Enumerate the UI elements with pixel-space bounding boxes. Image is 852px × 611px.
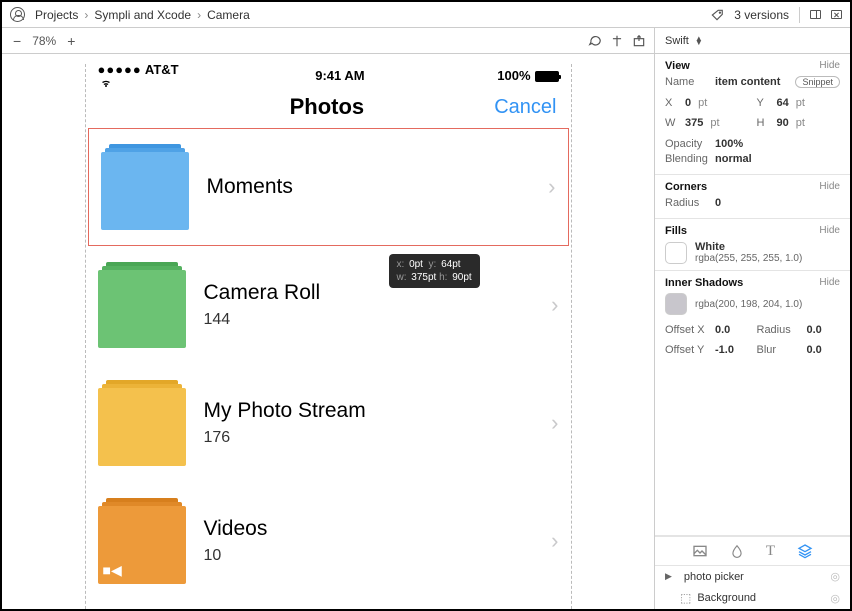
album-row[interactable]: Camera Roll 144 › [86,246,571,364]
breadcrumb: Projects › Sympli and Xcode › Camera [35,8,250,22]
album-tile [101,144,189,230]
hide-fills[interactable]: Hide [819,225,840,237]
tag-icon[interactable] [710,8,724,22]
album-title: Moments [207,175,531,199]
prop-opacity: 100% [715,138,743,150]
visibility-icon[interactable]: ◎ [830,570,840,583]
fill-name: White [695,241,802,253]
album-count: 176 [204,429,534,447]
shadow-swatch[interactable] [665,293,687,315]
shadow-rad: 0.0 [807,324,822,336]
crumb-2[interactable]: Camera [207,8,250,22]
layer-type-icon: ⬚ [680,591,691,605]
zoom-value[interactable]: 78% [32,34,56,48]
album-tile [98,262,186,348]
album-count: 144 [204,311,534,329]
prop-x: 0 [685,97,691,109]
shadow-offy: -1.0 [715,344,734,356]
crumb-1[interactable]: Sympli and Xcode [94,8,191,22]
chevron-right-icon: › [197,8,201,22]
video-icon: ■◀ [103,562,122,579]
crumb-0[interactable]: Projects [35,8,78,22]
prop-name: item content [715,76,780,88]
tab-text-icon[interactable]: T [766,543,775,560]
artboards-icon[interactable] [810,10,821,19]
versions-label[interactable]: 3 versions [734,8,789,22]
nav-bar: Photos Cancel [86,86,571,128]
layer-row[interactable]: ▶ photo picker ◎ [655,566,850,587]
album-row[interactable]: Moments › [88,128,569,246]
prop-h: 90 [777,117,789,129]
close-artboard-icon[interactable] [831,10,842,19]
inspector-tabs: T [655,536,850,566]
prop-y: 64 [777,97,789,109]
prop-blending: normal [715,153,752,165]
chevron-right-icon: › [551,410,558,436]
album-tile [98,380,186,466]
fill-code: rgba(255, 255, 255, 1.0) [695,253,802,264]
layer-row[interactable]: ⬚ Background ◎ [655,587,850,609]
album-title: My Photo Stream [204,399,534,423]
wifi-icon [98,77,183,89]
section-fills: Fills [665,225,687,237]
export-icon[interactable] [632,34,646,48]
section-shadows: Inner Shadows [665,277,743,289]
page-title: Photos [160,94,495,120]
album-row[interactable]: ■◀ Videos 10 › [86,482,571,600]
tab-image-icon[interactable] [692,543,708,559]
tab-drop-icon[interactable] [730,543,744,559]
hide-corners[interactable]: Hide [819,181,840,193]
shadow-offx: 0.0 [715,324,730,336]
chevron-right-icon: › [548,174,555,200]
artboard[interactable]: ●●●●● AT&T 9:41 AM 100% Photos Cancel Mo… [85,64,572,609]
hide-view[interactable]: Hide [819,60,840,72]
signal-icon: ●●●●● [98,62,142,77]
status-bar: ●●●●● AT&T 9:41 AM 100% [86,64,571,86]
user-icon[interactable] [10,7,25,22]
align-icon[interactable] [610,34,624,48]
shadow-blur: 0.0 [807,344,822,356]
visibility-icon[interactable]: ◎ [830,592,840,605]
album-tile: ■◀ [98,498,186,584]
language-select[interactable]: Swift [665,35,689,47]
tab-layers-icon[interactable] [797,543,813,559]
chevron-right-icon: › [551,528,558,554]
chevron-right-icon: › [551,292,558,318]
album-count: 10 [204,547,534,565]
battery-pct: 100% [497,68,530,83]
album-title: Videos [204,517,534,541]
album-title: Camera Roll [204,281,534,305]
fill-swatch[interactable] [665,242,687,264]
dimension-badge: x: 0pt y: 64pt w: 375pt h: 90pt [389,254,480,288]
section-view: View [665,60,690,72]
battery-icon [535,71,559,82]
carrier-label: AT&T [145,62,179,77]
zoom-in-button[interactable]: + [64,34,78,48]
cancel-button[interactable]: Cancel [494,96,556,119]
comment-icon[interactable] [588,34,602,48]
chevron-right-icon: › [84,8,88,22]
chevron-updown-icon[interactable]: ▲▼ [695,37,703,45]
hide-shadows[interactable]: Hide [819,277,840,289]
disclosure-icon[interactable]: ▶ [665,571,672,582]
layer-name: photo picker [684,571,744,583]
zoom-out-button[interactable]: − [10,34,24,48]
album-row[interactable]: My Photo Stream 176 › [86,364,571,482]
clock: 9:41 AM [183,68,498,83]
layer-name: Background [697,592,756,604]
inspector-panel: Swift ▲▼ ViewHide Nameitem contentSnippe… [655,28,850,609]
prop-radius: 0 [715,197,721,209]
shadow-code: rgba(200, 198, 204, 1.0) [695,299,802,310]
prop-w: 375 [685,117,703,129]
section-corners: Corners [665,181,707,193]
snippet-button[interactable]: Snippet [795,76,840,88]
